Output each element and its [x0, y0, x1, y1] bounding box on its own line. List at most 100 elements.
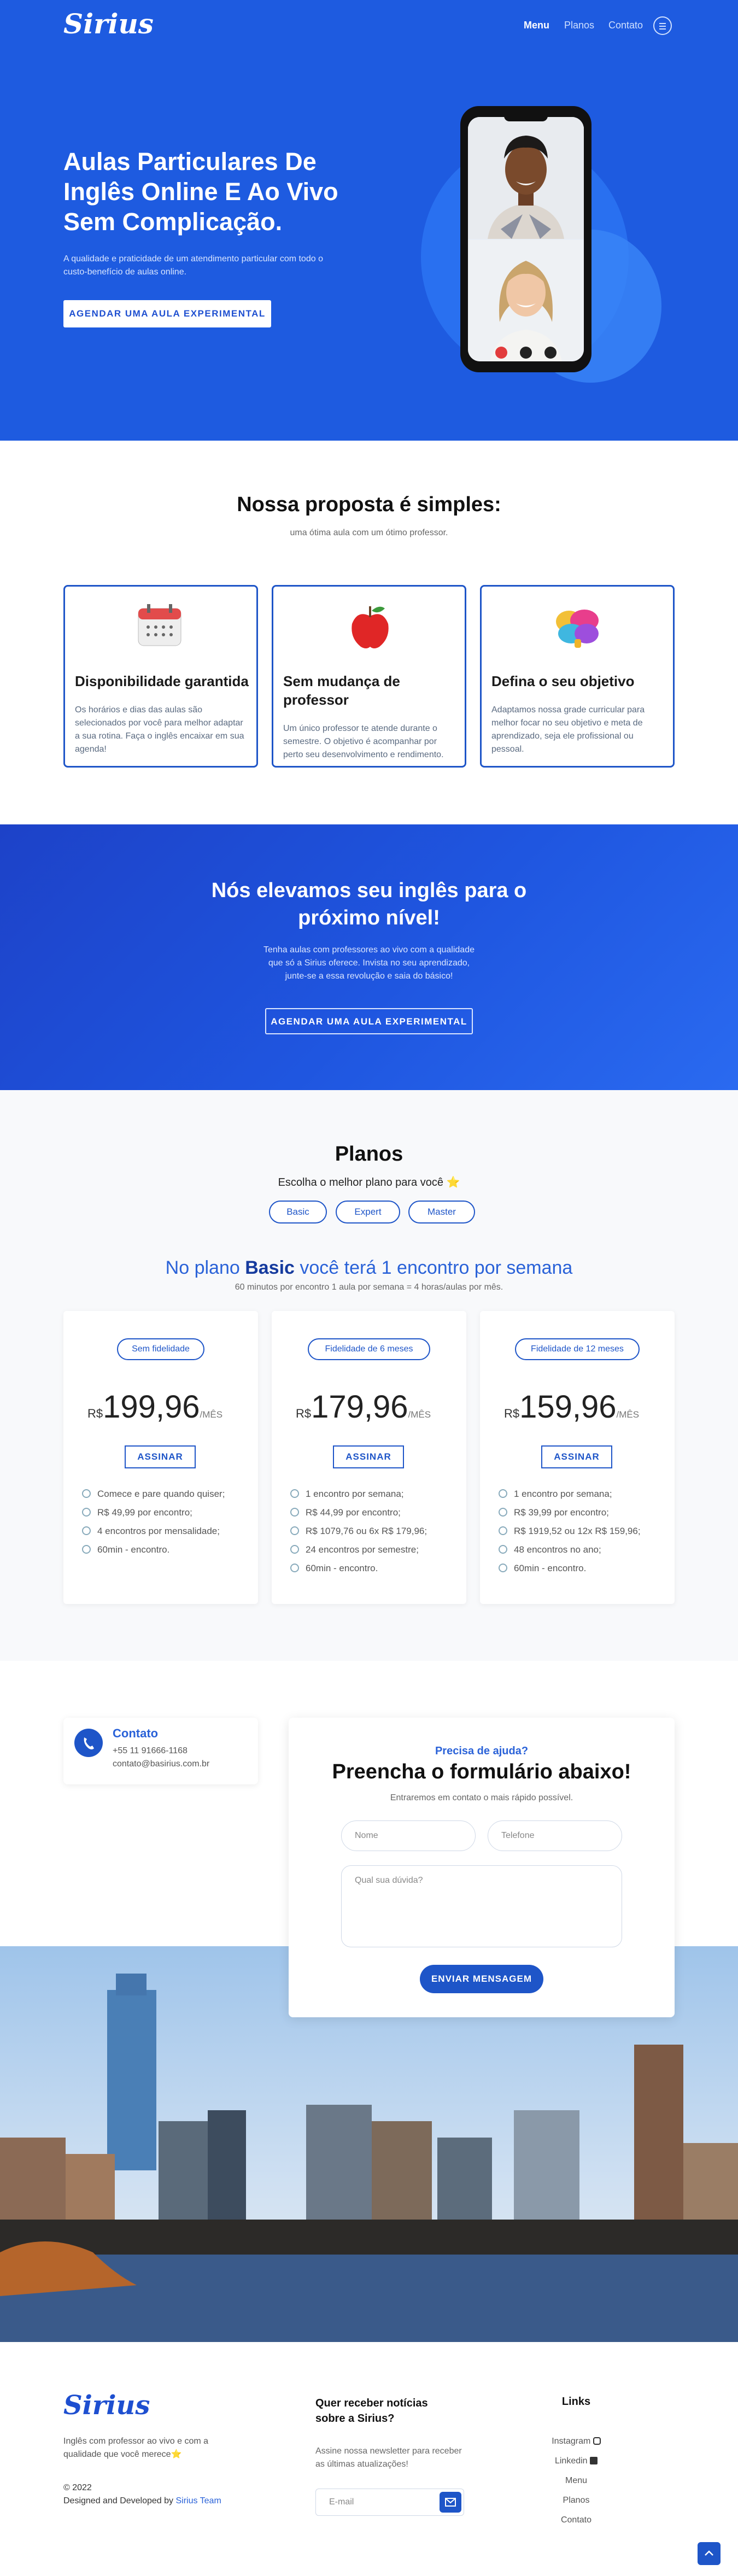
plan-headline: No plano Basic você terá 1 encontro por …	[0, 1257, 738, 1279]
phone-icon	[74, 1729, 103, 1757]
plan-feature: 24 encontros por semestre;	[290, 1541, 427, 1559]
linkedin-icon	[590, 2457, 598, 2464]
check-icon	[290, 1545, 299, 1554]
plan-price: R$199,96/MÊS	[87, 1389, 241, 1425]
plan-headline-post: você terá 1 encontro por semana	[294, 1257, 573, 1278]
footer-link-instagram[interactable]: Instagram	[549, 2432, 604, 2451]
price-value: 179,96	[311, 1389, 408, 1425]
feature-title: Disponibilidade garantida	[75, 673, 249, 689]
hero-desc-line: A qualidade e praticidade de um atendime…	[63, 254, 323, 264]
nav-contact-wrap: Contato	[608, 20, 643, 31]
proposal-subtitle: uma ótima aula com um ótimo professor.	[290, 528, 448, 537]
camera-icon[interactable]	[520, 347, 532, 359]
check-icon	[290, 1564, 299, 1572]
newsletter-text-line: as últimas atualizações!	[315, 2460, 408, 2469]
send-newsletter-icon[interactable]	[440, 2492, 461, 2513]
contact-title: Contato	[113, 1726, 159, 1740]
footer-logo[interactable]: Sirius	[63, 2390, 150, 2421]
end-call-icon[interactable]	[495, 347, 507, 359]
plan-feature-text: 60min - encontro.	[97, 1544, 170, 1555]
subscribe-button[interactable]: ASSINAR	[541, 1445, 612, 1468]
level-text-line: que só a Sirius oferece. Invista no seu …	[268, 958, 470, 968]
form-kicker: Precisa de ajuda?	[435, 1745, 529, 1757]
nav-plans-link[interactable]: Planos	[564, 20, 594, 31]
plan-feature-text: Comece e pare quando quiser;	[97, 1489, 225, 1499]
plan-note: 60 minutos por encontro 1 aula por seman…	[235, 1283, 503, 1292]
subscribe-button[interactable]: ASSINAR	[125, 1445, 196, 1468]
back-to-top-icon[interactable]	[698, 2542, 721, 2565]
plan-feature: R$ 44,99 por encontro;	[290, 1503, 427, 1522]
plan-badge: Sem fidelidade	[117, 1338, 204, 1360]
footer-link-plans[interactable]: Planos	[549, 2491, 604, 2510]
tab-expert[interactable]: Expert	[336, 1201, 400, 1223]
plan-feature: 60min - encontro.	[82, 1541, 225, 1559]
plan-feature: 60min - encontro.	[499, 1559, 641, 1578]
price-currency: R$	[87, 1407, 103, 1420]
nav-contact-link[interactable]: Contato	[608, 20, 643, 31]
phone-mockup	[460, 106, 591, 372]
plan-feature-text: R$ 1919,52 ou 12x R$ 159,96;	[514, 1526, 641, 1536]
plans-section: Planos Escolha o melhor plano para você …	[0, 1090, 738, 1661]
feature-card: Disponibilidade garantida Os horários e …	[63, 585, 258, 768]
plan-price: R$159,96/MÊS	[504, 1389, 657, 1425]
logo[interactable]: Sirius	[63, 8, 154, 40]
hero-cta-button[interactable]: AGENDAR UMA AULA EXPERIMENTAL	[63, 300, 271, 327]
level-up-section: Nós elevamos seu inglês para o próximo n…	[0, 824, 738, 1090]
check-icon	[499, 1508, 507, 1517]
check-icon	[499, 1526, 507, 1535]
price-period: /MÊS	[200, 1409, 223, 1420]
footer-link-text: Linkedin	[554, 2456, 588, 2466]
tab-master[interactable]: Master	[408, 1201, 475, 1223]
plan-feature: R$ 39,99 por encontro;	[499, 1503, 641, 1522]
hero-title: Aulas Particulares De Inglês Online E Ao…	[63, 147, 338, 237]
nav-menu-link[interactable]: Menu	[524, 20, 549, 31]
price-period: /MÊS	[616, 1409, 640, 1420]
tab-basic[interactable]: Basic	[269, 1201, 327, 1223]
microphone-icon[interactable]	[544, 347, 557, 359]
calendar-icon	[136, 603, 183, 648]
contact-email[interactable]: contato@basirius.com.br	[113, 1759, 209, 1769]
send-message-button[interactable]: ENVIAR MENSAGEM	[420, 1965, 543, 1993]
newsletter-title-line: Quer receber notícias	[315, 2397, 428, 2409]
hero-section: Sirius Menu Planos Contato Aulas Particu…	[0, 0, 738, 441]
contact-phone[interactable]: +55 11 91666-1168	[113, 1746, 188, 1756]
plan-headline-name: Basic	[245, 1257, 295, 1278]
footer-tagline: Inglês com professor ao vivo e com a qua…	[63, 2435, 208, 2461]
phone-notch	[504, 114, 548, 121]
feature-title: Defina o seu objetivo	[491, 673, 635, 689]
newsletter-text: Assine nossa newsletter para receber as …	[315, 2445, 462, 2471]
level-up-text: Tenha aulas com professores ao vivo com …	[0, 944, 738, 983]
phone-input[interactable]: Telefone	[488, 1820, 622, 1851]
level-up-cta-button[interactable]: AGENDAR UMA AULA EXPERIMENTAL	[265, 1008, 473, 1034]
plan-feature: 4 encontros por mensalidade;	[82, 1522, 225, 1541]
level-text-line: Tenha aulas com professores ao vivo com …	[263, 945, 475, 955]
hero-desc-line: custo-benefício de aulas online.	[63, 267, 187, 277]
price-currency: R$	[504, 1407, 520, 1420]
plan-feature: R$ 49,99 por encontro;	[82, 1503, 225, 1522]
footer-link-linkedin[interactable]: Linkedin	[549, 2451, 604, 2471]
menu-toggle-icon[interactable]	[653, 16, 672, 35]
subscribe-button[interactable]: ASSINAR	[333, 1445, 404, 1468]
level-title-line: Nós elevamos seu inglês para o	[211, 879, 527, 902]
plan-feature-text: 1 encontro por semana;	[514, 1489, 612, 1499]
nav-menu: Menu	[524, 20, 549, 31]
plan-card: Fidelidade de 12 meses R$159,96/MÊS ASSI…	[480, 1311, 675, 1604]
plan-feature: 1 encontro por semana;	[499, 1485, 641, 1503]
contact-form: Precisa de ajuda? Preencha o formulário …	[289, 1718, 675, 2017]
footer-credit-link[interactable]: Sirius Team	[175, 2496, 221, 2505]
level-up-title: Nós elevamos seu inglês para o próximo n…	[0, 877, 738, 932]
hero-title-line: Inglês Online E Ao Vivo	[63, 178, 338, 206]
hero-title-line: Aulas Particulares De	[63, 148, 317, 175]
contact-info-card: Contato +55 11 91666-1168 contato@basiri…	[63, 1718, 258, 1784]
plan-features: Comece e pare quando quiser; R$ 49,99 po…	[82, 1485, 225, 1559]
footer-link-menu[interactable]: Menu	[549, 2471, 604, 2491]
footer-link-contact[interactable]: Contato	[549, 2510, 604, 2530]
plan-feature: R$ 1079,76 ou 6x R$ 179,96;	[290, 1522, 427, 1541]
price-period: /MÊS	[408, 1409, 431, 1420]
name-input[interactable]: Nome	[341, 1820, 476, 1851]
message-textarea[interactable]: Qual sua dúvida?	[341, 1865, 622, 1947]
price-value: 199,96	[103, 1389, 200, 1425]
plan-features: 1 encontro por semana; R$ 44,99 por enco…	[290, 1485, 427, 1578]
feature-card: Defina o seu objetivo Adaptamos nossa gr…	[480, 585, 675, 768]
check-icon	[82, 1508, 91, 1517]
